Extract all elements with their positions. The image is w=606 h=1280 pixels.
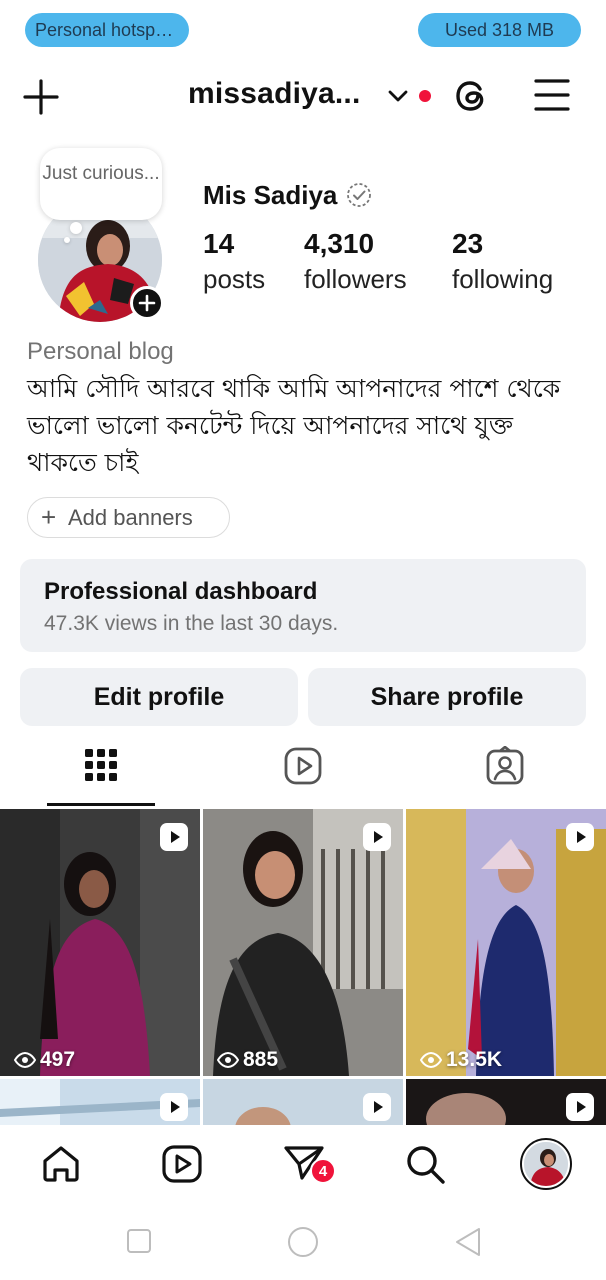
tagged-icon[interactable]: [486, 746, 524, 786]
username[interactable]: missadiya...: [188, 77, 361, 111]
view-count: 13.5K: [420, 1048, 502, 1072]
post-tile[interactable]: [406, 1079, 606, 1125]
stat-value: 14: [203, 228, 235, 259]
stat-posts[interactable]: 14 posts: [203, 228, 265, 295]
post-tile[interactable]: 13.5K: [406, 809, 606, 1076]
note-bubble-dot: [70, 222, 82, 234]
share-profile-button[interactable]: Share profile: [308, 668, 586, 726]
back-icon[interactable]: [453, 1226, 483, 1258]
stat-label: followers: [304, 264, 407, 294]
profile-bio: আমি সৌদি আরবে থাকি আমি আপনাদের পাশে থেকে…: [27, 374, 561, 477]
stat-label: posts: [203, 264, 266, 294]
plus-icon: [138, 294, 156, 312]
post-tile[interactable]: [203, 1079, 403, 1125]
post-tile[interactable]: [0, 1079, 200, 1125]
home-icon[interactable]: [40, 1143, 82, 1185]
grid-icon[interactable]: [84, 746, 118, 786]
reels-tab-icon[interactable]: [284, 746, 322, 786]
views-icon: [14, 1052, 36, 1068]
view-count-text: 497: [40, 1048, 76, 1071]
views-icon: [420, 1052, 442, 1068]
bottom-navigation: 4: [0, 1125, 606, 1205]
stat-label: following: [452, 264, 554, 294]
view-count-text: 13.5K: [446, 1048, 503, 1071]
reel-indicator-icon: [171, 831, 180, 843]
professional-dashboard[interactable]: Professional dashboard 47.3K views in th…: [20, 559, 586, 652]
add-banners-label: Add banners: [68, 505, 193, 530]
reel-indicator-icon: [577, 831, 586, 843]
stat-value: 23: [452, 228, 484, 259]
menu-icon[interactable]: [534, 78, 570, 112]
dashboard-title: Professional dashboard: [44, 578, 318, 605]
avatar-photo: [524, 1142, 568, 1186]
recent-apps-icon[interactable]: [126, 1228, 152, 1254]
plus-icon: +: [41, 502, 57, 532]
active-tab-indicator: [47, 803, 155, 806]
profile-note[interactable]: Just curious...: [40, 148, 162, 220]
reel-indicator-icon: [577, 1101, 586, 1113]
reel-badge: [160, 823, 188, 851]
dashboard-subtitle: 47.3K views in the last 30 days.: [44, 612, 339, 635]
reel-badge: [566, 1093, 594, 1121]
stat-value: 4,310: [304, 228, 375, 259]
stat-following[interactable]: 23 following: [452, 228, 553, 295]
posts-grid: 497 885 13.5K: [0, 809, 606, 1125]
verified-badge-icon[interactable]: [346, 182, 372, 208]
profile-category: Personal blog: [27, 338, 174, 365]
threads-icon[interactable]: [453, 76, 491, 116]
home-button-icon[interactable]: [286, 1225, 320, 1259]
note-bubble-dot: [64, 237, 70, 243]
system-navigation-bar: [0, 1205, 606, 1280]
view-count-text: 885: [243, 1048, 279, 1071]
profile-avatar-tab[interactable]: [520, 1138, 572, 1190]
views-icon: [217, 1052, 239, 1068]
status-bar: Personal hotspot... Used 318 MB: [0, 0, 606, 56]
reel-badge: [363, 1093, 391, 1121]
search-icon[interactable]: [404, 1143, 446, 1185]
notification-dot: [419, 90, 431, 102]
reel-badge: [160, 1093, 188, 1121]
reels-icon[interactable]: [162, 1143, 202, 1185]
post-tile[interactable]: 497: [0, 809, 200, 1076]
view-count: 885: [217, 1048, 278, 1072]
reel-indicator-icon: [171, 1101, 180, 1113]
reel-indicator-icon: [374, 1101, 383, 1113]
add-story-button[interactable]: [130, 286, 164, 320]
display-name: Mis Sadiya: [203, 180, 338, 210]
profile-header: missadiya...: [0, 62, 606, 128]
reel-indicator-icon: [374, 831, 383, 843]
plus-icon[interactable]: [22, 78, 60, 116]
edit-profile-button[interactable]: Edit profile: [20, 668, 298, 726]
hotspot-pill[interactable]: Personal hotspot...: [25, 13, 189, 47]
chevron-down-icon[interactable]: [387, 88, 409, 104]
add-banners-button[interactable]: + Add banners: [27, 497, 230, 538]
stat-followers[interactable]: 4,310 followers: [304, 228, 407, 295]
post-tile[interactable]: 885: [203, 809, 403, 1076]
messages-badge: 4: [310, 1158, 336, 1184]
reel-badge: [566, 823, 594, 851]
view-count: 497: [14, 1048, 75, 1072]
data-usage-pill[interactable]: Used 318 MB: [418, 13, 581, 47]
reel-badge: [363, 823, 391, 851]
